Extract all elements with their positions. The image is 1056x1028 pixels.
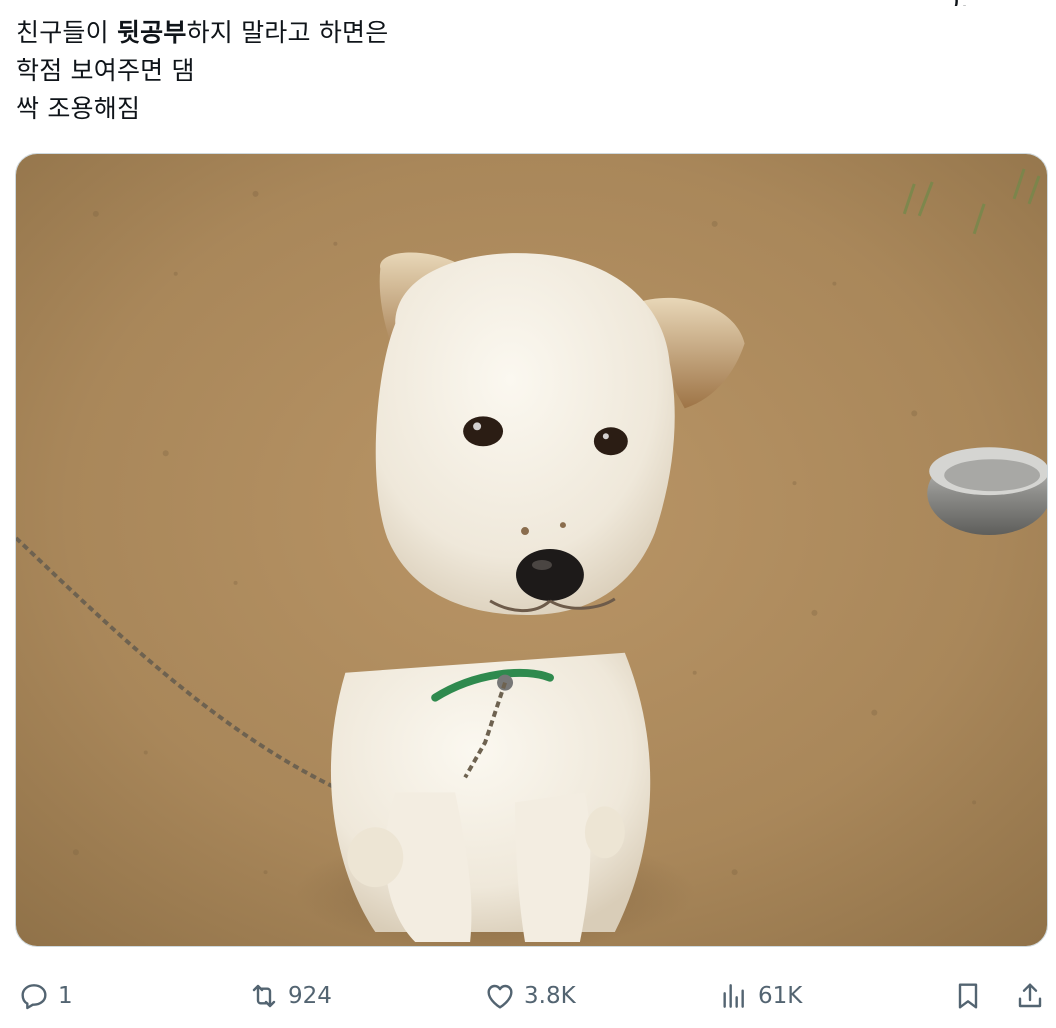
cropped-text: ), — [950, 0, 968, 6]
tweet-text: 친구들이 뒷공부하지 말라고 하면은 학점 보여주면 댐 싹 조용해짐 — [16, 14, 388, 128]
tweet-page: ), 친구들이 뒷공부하지 말라고 하면은 학점 보여주면 댐 싹 조용해짐 — [0, 0, 1056, 1028]
views-button[interactable]: 61K — [718, 976, 802, 1016]
retweet-icon — [252, 984, 276, 1008]
like-button[interactable]: 3.8K — [484, 976, 576, 1016]
bookmark-icon — [958, 983, 978, 1009]
retweet-count: 924 — [288, 983, 332, 1009]
bold-word: 뒷공부 — [116, 18, 187, 47]
cropped-previous-line: ), — [0, 0, 1056, 6]
tweet-line-2: 학점 보여주면 댐 — [16, 56, 195, 85]
views-count: 61K — [758, 983, 803, 1009]
tweet-line-3: 싹 조용해짐 — [16, 94, 141, 123]
retweet-button[interactable]: 924 — [248, 976, 332, 1016]
share-button[interactable] — [1014, 976, 1046, 1016]
reply-button[interactable]: 1 — [18, 976, 73, 1016]
tweet-line-1: 친구들이 뒷공부하지 말라고 하면은 — [16, 18, 389, 47]
share-icon — [1018, 983, 1042, 1008]
puppy-photo-illustration — [16, 154, 1047, 946]
bookmark-button[interactable] — [952, 976, 984, 1016]
heart-icon — [487, 984, 513, 1009]
reply-count: 1 — [58, 983, 73, 1009]
reply-icon — [21, 984, 47, 1010]
tweet-action-bar: 1 924 3.8K 61K — [0, 968, 1056, 1024]
bar-chart-icon — [723, 984, 744, 1008]
like-count: 3.8K — [524, 983, 576, 1009]
tweet-photo[interactable] — [15, 153, 1048, 947]
